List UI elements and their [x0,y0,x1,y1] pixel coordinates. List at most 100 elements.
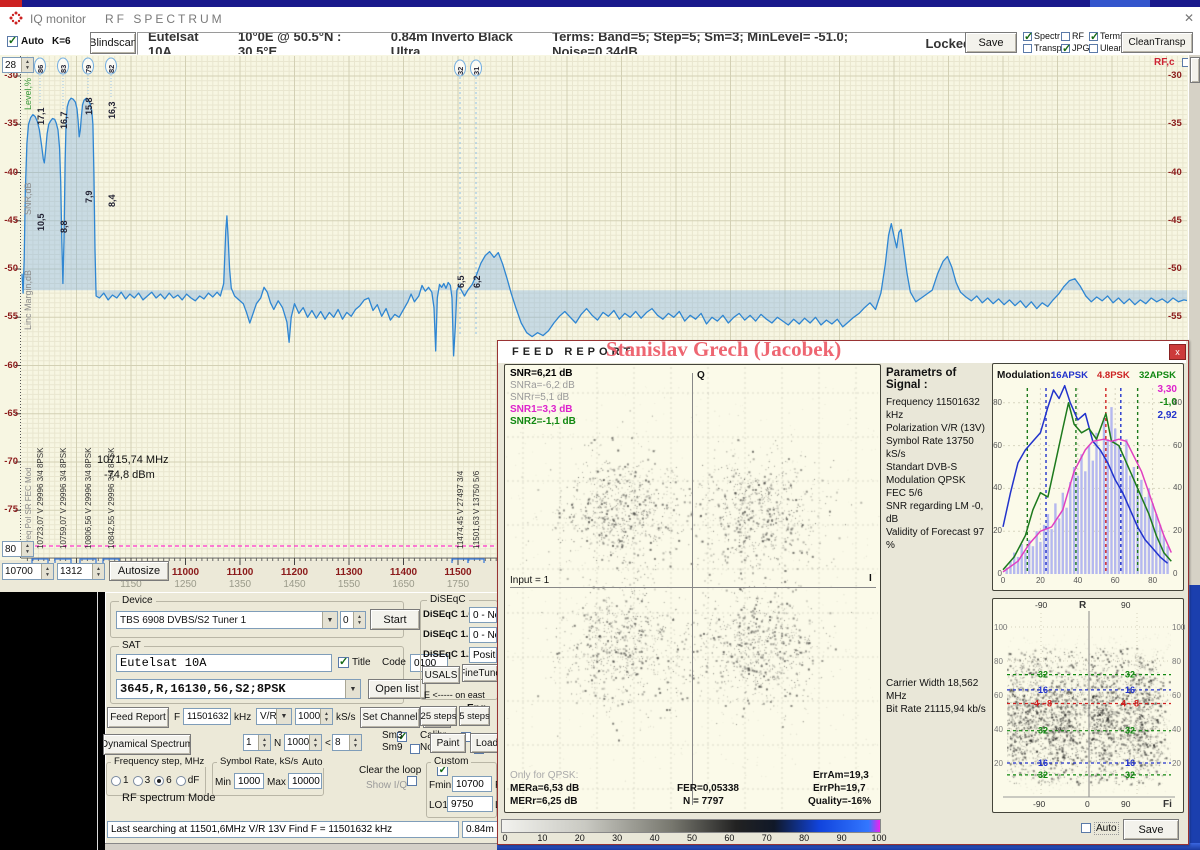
khz-label: kHz [234,712,251,723]
set-channel-button[interactable]: Set Channel [360,707,420,728]
checkbox[interactable] [1089,44,1098,53]
checkbox[interactable] [1061,44,1070,53]
scale-tick: 80 [799,833,809,843]
param-row: Carrier Width 18,562 MHz [886,677,990,703]
svg-text:79: 79 [84,65,93,73]
toolbar-terms: Terms: Band=5; Step=5; Sm=3; MinLevel= -… [552,32,907,55]
autosize-button[interactable]: Autosize [109,561,169,581]
svg-text:16,7: 16,7 [59,111,69,129]
param-row: Polarization V/R (13V) [886,422,990,435]
black-area [0,592,105,850]
steps25-button[interactable]: 25 steps [420,706,457,726]
fmin-field[interactable]: 10700 [452,776,492,792]
diseqc-row-value[interactable]: Position [469,647,497,663]
scale-tick: 40 [650,833,660,843]
app-title: IQ monitor [30,12,86,26]
lo1-field[interactable]: 9750 [447,796,493,812]
svg-text:10806,56 V 29996 3/4 8PSK: 10806,56 V 29996 3/4 8PSK [84,447,93,549]
auto-checkbox[interactable] [7,36,18,47]
usals-button[interactable]: USALS [422,666,460,684]
frequency-field[interactable]: 11501632 [183,708,231,725]
toolbar-check-jpg: JPG [1061,43,1090,53]
q-axis-label: Q [697,370,705,381]
vertical-scrollbar[interactable] [1188,55,1200,585]
close-icon[interactable]: ✕ [1184,11,1194,25]
cleantransp-button[interactable]: CleanTransp [1121,32,1193,53]
svg-text:82: 82 [107,65,116,73]
transponder-combo[interactable]: 3645,R,16130,56,S2;8PSK▼ [116,679,361,699]
toolbar-check-transp: Transp. [1023,43,1064,53]
fmin-spinner[interactable]: 10700▲▼ [2,563,54,580]
feed-close-icon[interactable]: x [1169,344,1186,360]
scale-tick: 20 [575,833,585,843]
toolbar-check-spectr: Spectr [1023,31,1060,41]
diseqc-row-value[interactable]: 0 - No [469,607,497,623]
open-list-button[interactable]: Open list [368,679,426,699]
freq-step-option-3[interactable]: 3 [133,775,151,786]
paint-button[interactable]: Paint [430,733,466,753]
min-field[interactable]: 1000 [234,773,264,789]
finetune-button[interactable]: FineTune [462,664,498,682]
n3-spinner[interactable]: 8▲▼ [332,734,362,751]
freq-step-group: Frequency step, MHz 136dF [106,762,206,796]
app-icon [8,10,24,26]
feed-auto-checkbox[interactable] [1081,823,1091,833]
checkbox[interactable] [1023,32,1032,41]
sat-name-field[interactable]: Eutelsat 10A [116,654,332,672]
search-status-bar: Last searching at 11501,6MHz V/R 13V Fin… [107,821,459,838]
freq-step-option-1[interactable]: 1 [111,775,129,786]
feed-author: Stanislav Grech (Jacobek) [606,337,841,362]
svg-text:7,9: 7,9 [84,190,94,203]
constellation-panel: Q I Input = 1 SNR=6,21 dBSNRa=-6,2 dBSNR… [504,364,881,813]
symbolrate-spinner[interactable]: 1000▲▼ [295,708,333,725]
sm9-checkbox[interactable] [410,744,420,754]
svg-text:-74,8 dBm: -74,8 dBm [104,469,155,481]
level-top-spinner[interactable]: 28▲▼ [2,57,34,73]
diseqc-row-label: DiSEqC 1.0 [423,609,474,620]
span-spinner[interactable]: 1312▲▼ [57,563,105,580]
checkbox[interactable] [1023,44,1032,53]
checkbox[interactable] [1089,32,1098,41]
checkbox[interactable] [1061,32,1070,41]
rfc-label: RF,c [1154,57,1175,68]
level-bottom-spinner[interactable]: 80▲▼ [2,541,34,557]
quality-label: Quality=-16% [808,796,871,807]
title-checkbox[interactable] [338,657,349,668]
feed-save-button[interactable]: Save [1123,819,1179,840]
snr-line: SNRa=-6,2 dB [510,380,576,392]
clear-loop-label: Clear the loop [359,765,421,776]
radio[interactable] [176,776,186,786]
blindscan-button[interactable]: Blindscan [90,32,136,54]
checkbox-label: Transp. [1034,43,1064,53]
radio[interactable] [133,776,143,786]
phase-plot-panel: 323216164 - 84 - 8323216163232 -90R90-90… [992,598,1184,813]
polarization-combo[interactable]: V/R▼ [256,708,292,725]
app-window: IQ monitor RF SPECTRUM ✕ Auto K=6 Blinds… [0,0,1200,850]
feed-report-button[interactable]: Feed Report [107,707,169,728]
device-index-spinner[interactable]: 0▲▼ [340,611,366,629]
max-field[interactable]: 10000 [288,773,322,789]
polar-ytick-right: 80 [1172,657,1181,666]
svg-text:11501,63 V 13750 5/6: 11501,63 V 13750 5/6 [472,470,481,549]
radio[interactable] [111,776,121,786]
dynamical-spectrum-button[interactable]: Dynamical Spectrum [103,734,191,755]
n2-spinner[interactable]: 1000▲▼ [284,734,322,751]
radio-label: dF [188,775,200,786]
fer-label: FER=0,05338 [677,783,739,794]
srate-auto-checkbox[interactable] [407,776,417,786]
radio[interactable] [154,776,164,786]
svg-text:4 - 8: 4 - 8 [1034,699,1052,709]
erram-label: ErrAm=19,3 [813,770,869,781]
radio-label: 1 [123,775,129,786]
start-button[interactable]: Start [370,609,420,630]
freq-step-option-6[interactable]: 6 [154,775,172,786]
scale-tick: 100 [871,833,886,843]
save-button[interactable]: Save [965,32,1017,53]
hist-ytick: 40 [993,483,1002,492]
input-label: Input = 1 [510,575,549,586]
freq-step-option-dF[interactable]: dF [176,775,200,786]
device-combo[interactable]: TBS 6908 DVBS/S2 Tuner 1▼ [116,611,338,629]
n1-spinner[interactable]: 1▲▼ [243,734,271,751]
diseqc-row-value[interactable]: 0 - No [469,627,497,643]
steps5-button[interactable]: 5 steps [459,706,490,726]
